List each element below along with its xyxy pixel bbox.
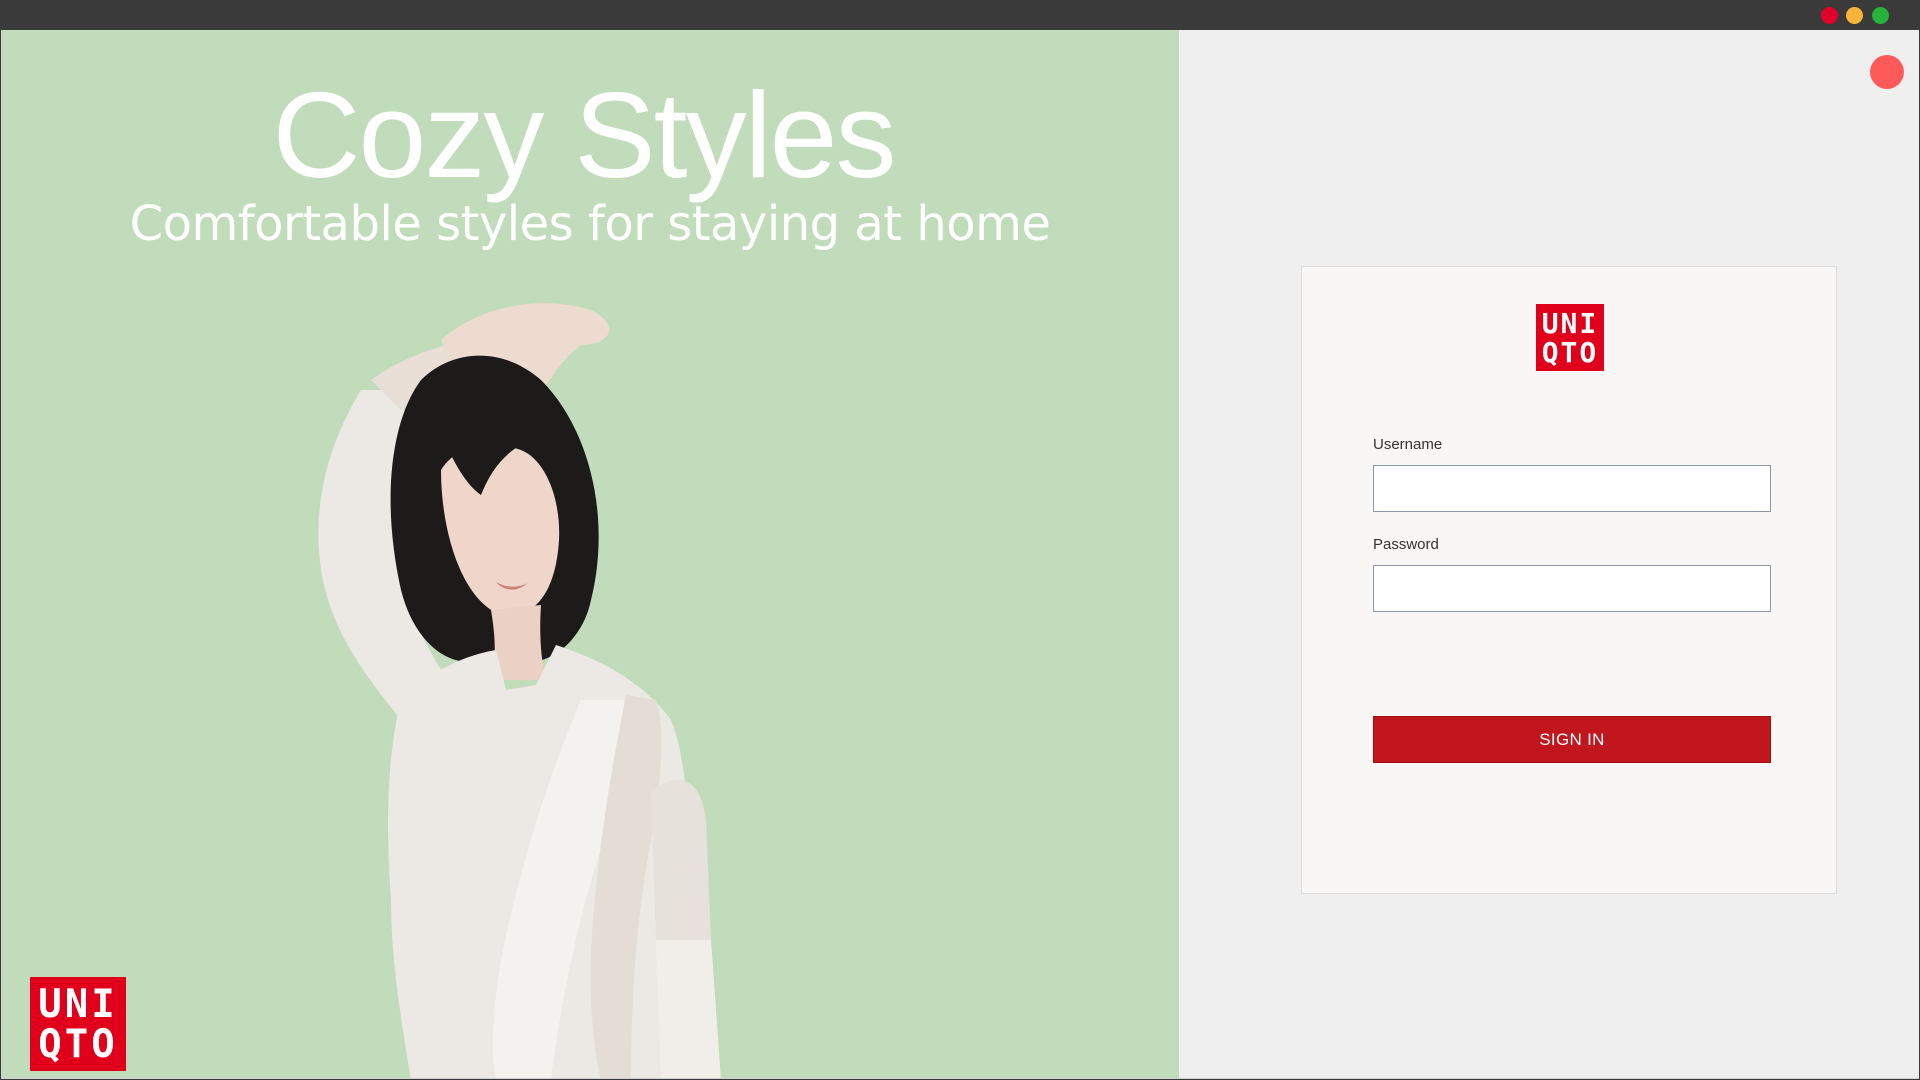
window-maximize-button[interactable] bbox=[1872, 7, 1889, 24]
hero-model-photo bbox=[318, 303, 721, 1078]
notification-dot bbox=[1870, 55, 1904, 89]
window-titlebar bbox=[0, 0, 1920, 30]
sign-in-button[interactable]: SIGN IN bbox=[1373, 716, 1771, 763]
password-input[interactable] bbox=[1373, 565, 1771, 612]
brand-logo-large: UNI QTO bbox=[30, 977, 126, 1071]
hero-panel: Cozy Styles Comfortable styles for stayi… bbox=[1, 30, 1179, 1078]
logo-line-2: QTO bbox=[1541, 336, 1599, 369]
window-close-button[interactable] bbox=[1821, 7, 1838, 24]
brand-logo: UNI QTO bbox=[1536, 304, 1604, 371]
logo-line-1: UNI bbox=[1541, 307, 1599, 340]
username-input[interactable] bbox=[1373, 465, 1771, 512]
hero-subtitle: Comfortable styles for staying at home bbox=[129, 196, 1051, 252]
hero-title: Cozy Styles bbox=[272, 67, 896, 203]
browser-window: Cozy Styles Comfortable styles for stayi… bbox=[0, 0, 1920, 1080]
logo-line-1: UNI bbox=[38, 982, 118, 1027]
window-minimize-button[interactable] bbox=[1846, 7, 1863, 24]
password-label: Password bbox=[1373, 536, 1439, 553]
page-content: Cozy Styles Comfortable styles for stayi… bbox=[1, 30, 1919, 1079]
username-label: Username bbox=[1373, 436, 1443, 453]
logo-line-2: QTO bbox=[38, 1022, 118, 1067]
